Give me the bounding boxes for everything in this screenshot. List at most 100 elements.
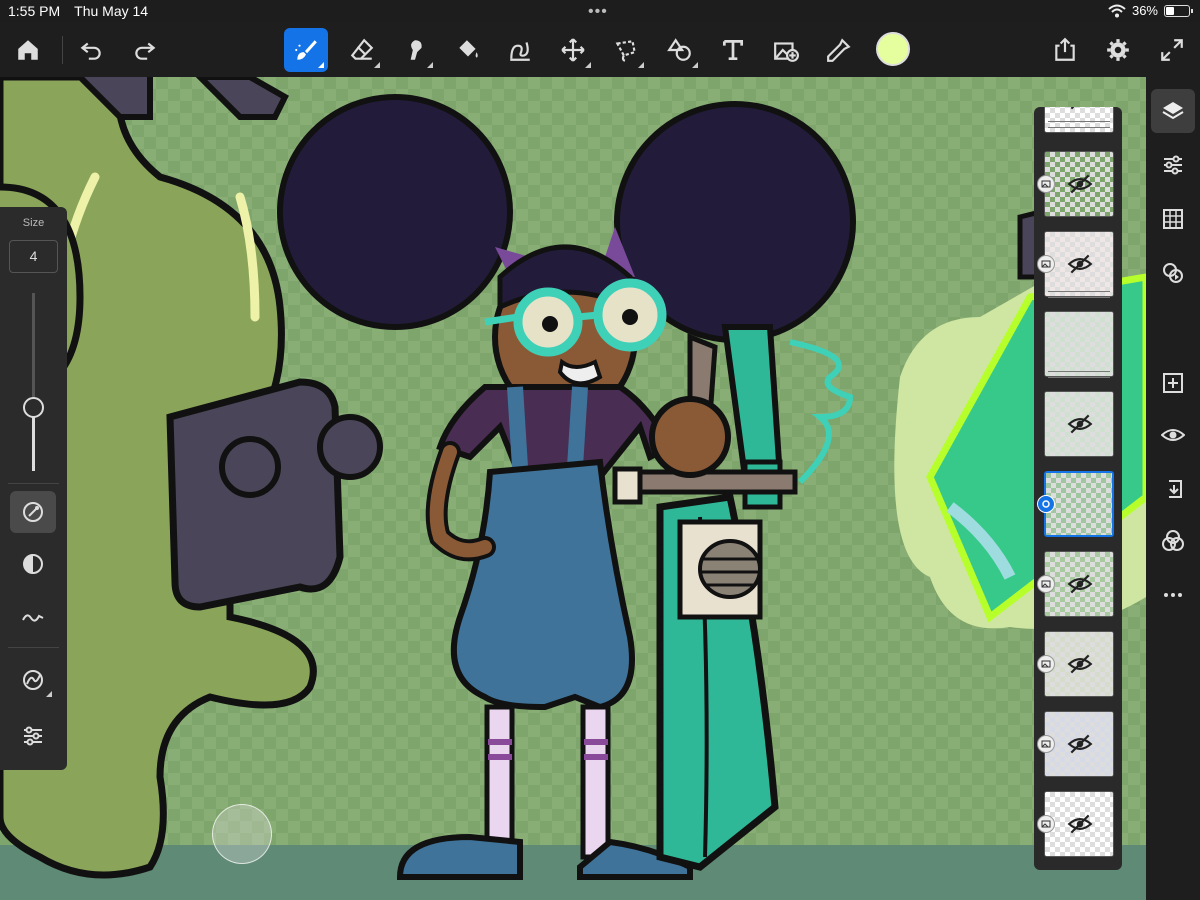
layer-thumbnail[interactable] <box>1044 107 1114 133</box>
layer-thumbnail[interactable] <box>1044 311 1114 377</box>
layer-thumb-preview <box>1046 473 1112 535</box>
grid-button[interactable] <box>1151 197 1195 241</box>
share-icon <box>1055 37 1075 61</box>
mask-icon <box>1162 530 1184 551</box>
image-layer-badge <box>1037 655 1055 673</box>
panel-separator <box>8 647 59 648</box>
hidden-eye-icon <box>1067 254 1093 274</box>
status-bar: 1:55 PM Thu May 14 ••• 36% <box>0 0 1200 22</box>
layers-icon <box>1162 102 1184 120</box>
blend-button[interactable] <box>1151 251 1195 295</box>
shapes-tool[interactable] <box>658 28 702 72</box>
smudge-tool[interactable] <box>393 28 437 72</box>
layer-group-divider <box>1048 377 1110 378</box>
more-button[interactable] <box>1151 573 1195 617</box>
undo-button[interactable] <box>69 28 113 72</box>
redo-icon <box>135 42 156 60</box>
grid-icon <box>1163 209 1183 229</box>
size-input[interactable]: 4 <box>9 240 58 273</box>
gear-icon <box>1107 39 1129 61</box>
hidden-eye-icon <box>1067 414 1093 434</box>
layers-panel <box>1034 107 1122 870</box>
image-add-icon <box>774 42 799 62</box>
status-time: 1:55 PM <box>8 3 61 19</box>
merge-down-icon <box>1169 480 1182 498</box>
hidden-eye-icon <box>1067 174 1093 194</box>
smoothing-button[interactable] <box>10 597 56 639</box>
layer-group-divider <box>1048 127 1110 128</box>
touch-modifier-button[interactable] <box>212 804 272 864</box>
toolbar-divider <box>62 36 63 64</box>
layer-thumbnail[interactable] <box>1044 391 1114 457</box>
hidden-eye-icon <box>1067 734 1093 754</box>
opacity-button[interactable] <box>10 543 56 585</box>
multitask-dots[interactable]: ••• <box>588 3 608 21</box>
add-layer-icon <box>1163 373 1183 393</box>
smudge-icon <box>410 40 422 60</box>
right-sidebar <box>1146 77 1200 900</box>
opacity-icon <box>23 554 43 574</box>
mask-button[interactable] <box>1151 519 1195 563</box>
battery-icon <box>1164 4 1193 17</box>
smoothing-icon <box>22 614 44 622</box>
settings-button[interactable] <box>1096 28 1140 72</box>
layers-button[interactable] <box>1151 89 1195 133</box>
image-add-tool[interactable] <box>764 28 808 72</box>
layer-thumb-preview <box>1045 312 1113 376</box>
selected-layer-badge <box>1037 495 1055 513</box>
add-layer-button[interactable] <box>1151 361 1195 405</box>
hidden-eye-icon <box>1067 814 1093 834</box>
image-layer-icon <box>1041 660 1051 668</box>
fill-tool[interactable] <box>446 28 490 72</box>
image-layer-badge <box>1037 175 1055 193</box>
image-layer-icon <box>1041 740 1051 748</box>
image-layer-icon <box>1041 820 1051 828</box>
brush-settings-button[interactable] <box>10 491 56 533</box>
image-layer-icon <box>1041 580 1051 588</box>
layer-group-divider <box>1048 291 1110 292</box>
brush-tool[interactable] <box>284 28 328 72</box>
drawing-canvas[interactable] <box>0 77 1146 900</box>
pressure-options-corner <box>46 691 52 697</box>
size-slider-knob[interactable] <box>23 396 44 418</box>
merge-down-button[interactable] <box>1151 467 1195 511</box>
blend-icon <box>1163 263 1183 283</box>
image-layer-icon <box>1041 260 1051 268</box>
redo-button[interactable] <box>123 28 167 72</box>
battery-percent: 36% <box>1131 3 1158 18</box>
tool-options-panel: Size 4 <box>0 207 67 770</box>
panel-separator <box>8 483 59 484</box>
visibility-icon <box>1161 429 1185 441</box>
fullscreen-button[interactable] <box>1150 28 1194 72</box>
pressure-icon <box>23 670 43 690</box>
brush-settings-icon <box>23 502 43 522</box>
text-tool[interactable] <box>711 28 755 72</box>
image-layer-badge <box>1037 575 1055 593</box>
liquify-icon <box>510 42 530 61</box>
transform-icon <box>561 38 585 62</box>
visibility-button[interactable] <box>1151 413 1195 457</box>
lasso-tool[interactable] <box>604 28 648 72</box>
hidden-eye-icon <box>1070 107 1075 110</box>
tool-options-button[interactable] <box>10 715 56 757</box>
transform-tool[interactable] <box>551 28 595 72</box>
top-toolbar <box>0 22 1200 77</box>
pressure-button[interactable] <box>10 659 56 701</box>
status-date: Thu May 14 <box>74 3 149 19</box>
eyedropper-tool[interactable] <box>817 28 861 72</box>
eraser-options-corner <box>374 62 380 68</box>
home-button[interactable] <box>6 28 50 72</box>
layer-properties-button[interactable] <box>1151 143 1195 187</box>
hidden-eye-icon <box>1067 654 1093 674</box>
battery-fill <box>1166 6 1174 15</box>
eraser-tool[interactable] <box>340 28 384 72</box>
shapes-options-corner <box>692 62 698 68</box>
liquify-tool[interactable] <box>498 28 542 72</box>
share-button[interactable] <box>1043 28 1087 72</box>
lasso-icon <box>615 40 636 62</box>
image-layer-badge <box>1037 735 1055 753</box>
hidden-eye-icon <box>1067 574 1093 594</box>
wifi-icon <box>1108 4 1126 17</box>
layer-group-divider <box>1048 371 1110 372</box>
current-color-swatch[interactable] <box>876 32 910 66</box>
